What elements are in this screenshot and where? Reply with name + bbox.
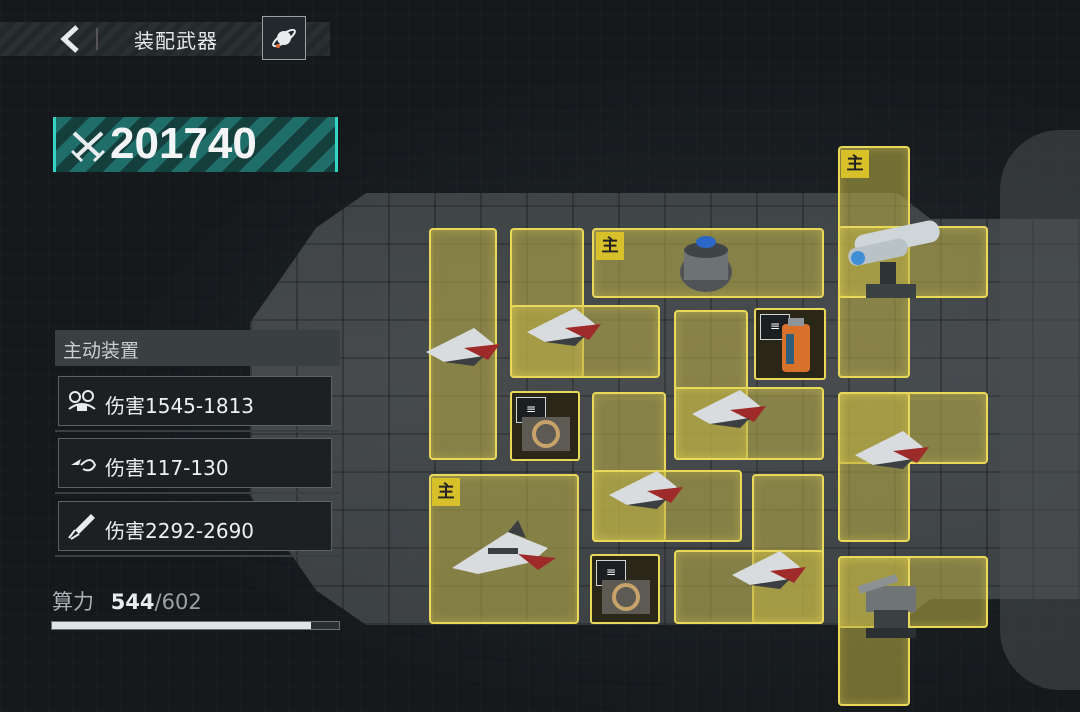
module-slot[interactable]: ≡ [510, 391, 580, 461]
active-devices-title: 主动装置 [63, 340, 140, 362]
module-slot[interactable]: ≡ [754, 308, 826, 380]
compute-bar-fill [52, 622, 312, 629]
fighter-ship-icon [692, 390, 766, 428]
main-slot-tag: 主 [841, 150, 869, 178]
module-slot[interactable]: ≡ [590, 554, 660, 624]
reactor-module-icon [522, 417, 570, 451]
compute-max: /602 [154, 590, 202, 614]
power-score: 201740 [53, 117, 338, 172]
fighter-ship-icon [732, 551, 806, 589]
power-score-value: 201740 [110, 119, 257, 168]
fighter-ship-icon [609, 471, 683, 509]
device-damage-label: 伤害117-130 [105, 456, 229, 480]
fighter-ship-icon [527, 308, 601, 346]
crossed-swords-icon [70, 131, 106, 163]
planet-button[interactable] [262, 16, 306, 60]
device-damage-label: 伤害2292-2690 [105, 519, 255, 543]
device-row-drone-return[interactable]: 伤害117-130 [58, 438, 332, 488]
fighter-ship-icon [855, 431, 929, 469]
compute-current: 544 [110, 590, 155, 614]
chevron-left-icon [60, 25, 79, 53]
heavy-fighter-icon [452, 520, 556, 574]
device-row-drone-swarm[interactable]: 伤害1545-1813 [58, 376, 332, 426]
device-damage-label: 伤害1545-1813 [105, 394, 255, 418]
ship-hull-bow [1000, 130, 1080, 690]
planet-icon [272, 28, 296, 48]
page-title: 装配武器 [134, 29, 218, 53]
back-button[interactable] [52, 20, 88, 58]
battery-module-icon [782, 318, 810, 372]
panel-divider [55, 492, 340, 494]
main-slot-tag: 主 [432, 478, 460, 506]
shield-generator-icon [680, 236, 732, 292]
panel-divider [55, 430, 340, 432]
heavy-cannon-icon [848, 220, 940, 298]
missile-icon [68, 514, 95, 540]
compute-bar [51, 621, 340, 630]
drone-swarm-icon [68, 390, 96, 411]
active-devices-header: 主动装置 [55, 330, 340, 366]
drone-return-icon [71, 459, 97, 472]
panel-divider [55, 555, 340, 557]
turret-icon [857, 574, 916, 638]
compute-readout: 算力 544/602 [52, 586, 202, 616]
header-divider [96, 28, 98, 50]
main-slot-tag: 主 [596, 232, 624, 260]
fighter-ship-icon [426, 328, 500, 366]
device-row-missile[interactable]: 伤害2292-2690 [58, 501, 332, 551]
reactor-module-icon [602, 580, 650, 614]
compute-label: 算力 [52, 590, 94, 614]
